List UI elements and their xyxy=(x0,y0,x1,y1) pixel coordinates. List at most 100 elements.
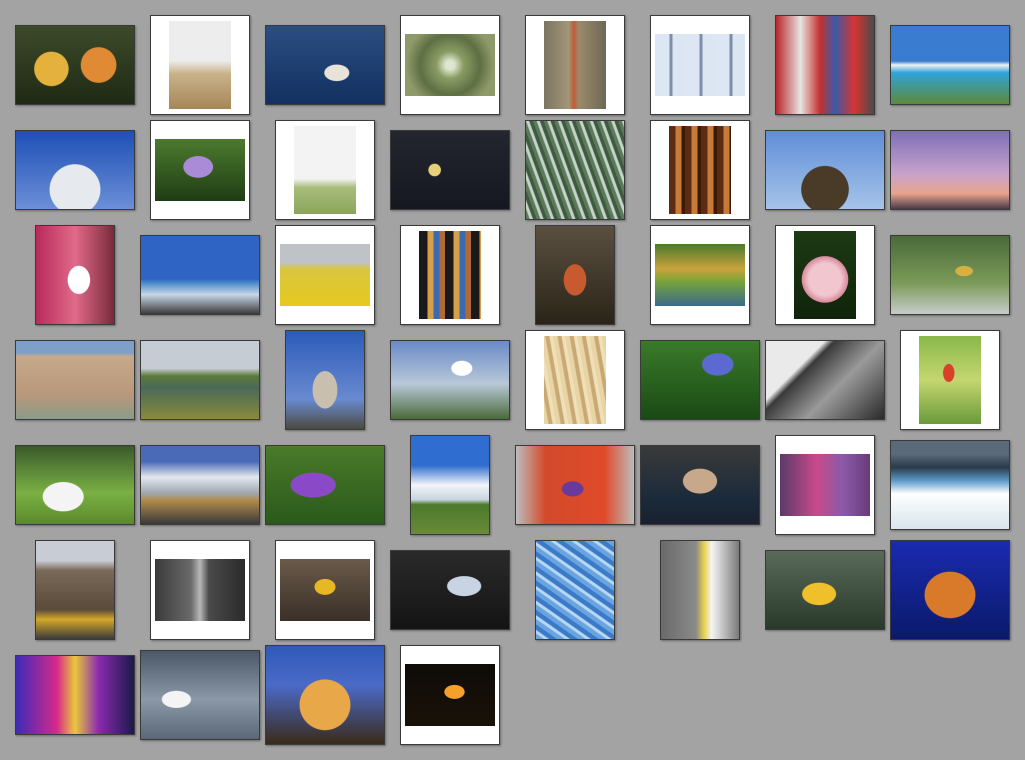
photo-thumbnail[interactable] xyxy=(650,225,750,325)
photo-image xyxy=(16,446,134,524)
photo-image xyxy=(16,131,134,209)
photo-image xyxy=(294,126,356,214)
photo-image xyxy=(419,231,481,319)
photo-thumbnail[interactable] xyxy=(140,235,260,315)
photo-image xyxy=(641,446,759,524)
photo-image xyxy=(169,21,231,109)
photo-image xyxy=(286,331,364,429)
photo-image xyxy=(544,336,606,424)
photo-image xyxy=(141,446,259,524)
photo-thumbnail[interactable] xyxy=(765,550,885,630)
photo-thumbnail[interactable] xyxy=(265,445,385,525)
photo-thumbnail[interactable] xyxy=(275,225,375,325)
photo-image xyxy=(919,336,981,424)
photo-image xyxy=(891,131,1009,209)
photo-thumbnail[interactable] xyxy=(35,540,115,640)
photo-image xyxy=(655,34,745,96)
photo-thumbnail[interactable] xyxy=(400,15,500,115)
photo-thumbnail[interactable] xyxy=(900,330,1000,430)
photo-thumbnail[interactable] xyxy=(640,340,760,420)
photo-image xyxy=(391,131,509,209)
photo-image xyxy=(36,226,114,324)
photo-image xyxy=(36,541,114,639)
photo-image xyxy=(526,121,624,219)
photo-image xyxy=(16,656,134,734)
photo-image xyxy=(391,341,509,419)
photo-image xyxy=(266,446,384,524)
photo-thumbnail[interactable] xyxy=(650,120,750,220)
photo-thumbnail[interactable] xyxy=(265,645,385,745)
photo-thumbnail[interactable] xyxy=(535,225,615,325)
photo-thumbnail[interactable] xyxy=(890,540,1010,640)
photo-image xyxy=(391,551,509,629)
photo-thumbnail[interactable] xyxy=(515,445,635,525)
photo-image xyxy=(766,551,884,629)
photo-image xyxy=(280,559,370,621)
photo-thumbnail[interactable] xyxy=(650,15,750,115)
photo-thumbnail[interactable] xyxy=(400,645,500,745)
photo-image xyxy=(766,131,884,209)
photo-thumbnail[interactable] xyxy=(890,25,1010,105)
photo-thumbnail[interactable] xyxy=(275,120,375,220)
photo-thumbnail[interactable] xyxy=(150,540,250,640)
photo-thumbnail[interactable] xyxy=(410,435,490,535)
photo-thumbnail[interactable] xyxy=(890,235,1010,315)
photo-thumbnail[interactable] xyxy=(15,130,135,210)
photo-image xyxy=(141,651,259,739)
photo-thumbnail[interactable] xyxy=(660,540,740,640)
photo-image xyxy=(280,244,370,306)
photo-gallery xyxy=(0,0,1025,760)
photo-thumbnail[interactable] xyxy=(765,340,885,420)
photo-thumbnail[interactable] xyxy=(285,330,365,430)
photo-image xyxy=(661,541,739,639)
photo-thumbnail[interactable] xyxy=(390,130,510,210)
photo-image xyxy=(655,244,745,306)
photo-thumbnail[interactable] xyxy=(140,340,260,420)
photo-thumbnail[interactable] xyxy=(525,15,625,115)
photo-thumbnail[interactable] xyxy=(140,445,260,525)
photo-thumbnail[interactable] xyxy=(525,120,625,220)
photo-thumbnail[interactable] xyxy=(775,435,875,535)
photo-image xyxy=(141,236,259,314)
photo-image xyxy=(536,226,614,324)
photo-thumbnail[interactable] xyxy=(640,445,760,525)
photo-thumbnail[interactable] xyxy=(390,550,510,630)
photo-thumbnail[interactable] xyxy=(890,440,1010,530)
photo-image xyxy=(536,541,614,639)
photo-image xyxy=(891,26,1009,104)
photo-image xyxy=(405,664,495,726)
photo-thumbnail[interactable] xyxy=(150,120,250,220)
photo-image xyxy=(891,441,1009,529)
photo-image xyxy=(776,16,874,114)
photo-image xyxy=(794,231,856,319)
photo-image xyxy=(266,26,384,104)
photo-thumbnail[interactable] xyxy=(525,330,625,430)
photo-image xyxy=(544,21,606,109)
photo-thumbnail[interactable] xyxy=(775,225,875,325)
photo-thumbnail[interactable] xyxy=(765,130,885,210)
photo-image xyxy=(780,454,870,516)
photo-thumbnail[interactable] xyxy=(150,15,250,115)
photo-thumbnail[interactable] xyxy=(535,540,615,640)
photo-image xyxy=(405,34,495,96)
photo-thumbnail[interactable] xyxy=(890,130,1010,210)
photo-thumbnail[interactable] xyxy=(775,15,875,115)
photo-thumbnail[interactable] xyxy=(15,655,135,735)
photo-thumbnail[interactable] xyxy=(275,540,375,640)
photo-image xyxy=(266,646,384,744)
photo-image xyxy=(411,436,489,534)
photo-image xyxy=(516,446,634,524)
photo-thumbnail[interactable] xyxy=(35,225,115,325)
photo-thumbnail[interactable] xyxy=(265,25,385,105)
photo-thumbnail[interactable] xyxy=(15,25,135,105)
photo-thumbnail[interactable] xyxy=(140,650,260,740)
photo-thumbnail[interactable] xyxy=(15,340,135,420)
photo-image xyxy=(16,341,134,419)
photo-image xyxy=(16,26,134,104)
photo-image xyxy=(155,559,245,621)
photo-thumbnail[interactable] xyxy=(400,225,500,325)
photo-thumbnail[interactable] xyxy=(15,445,135,525)
photo-image xyxy=(141,341,259,419)
photo-thumbnail[interactable] xyxy=(390,340,510,420)
photo-image xyxy=(641,341,759,419)
